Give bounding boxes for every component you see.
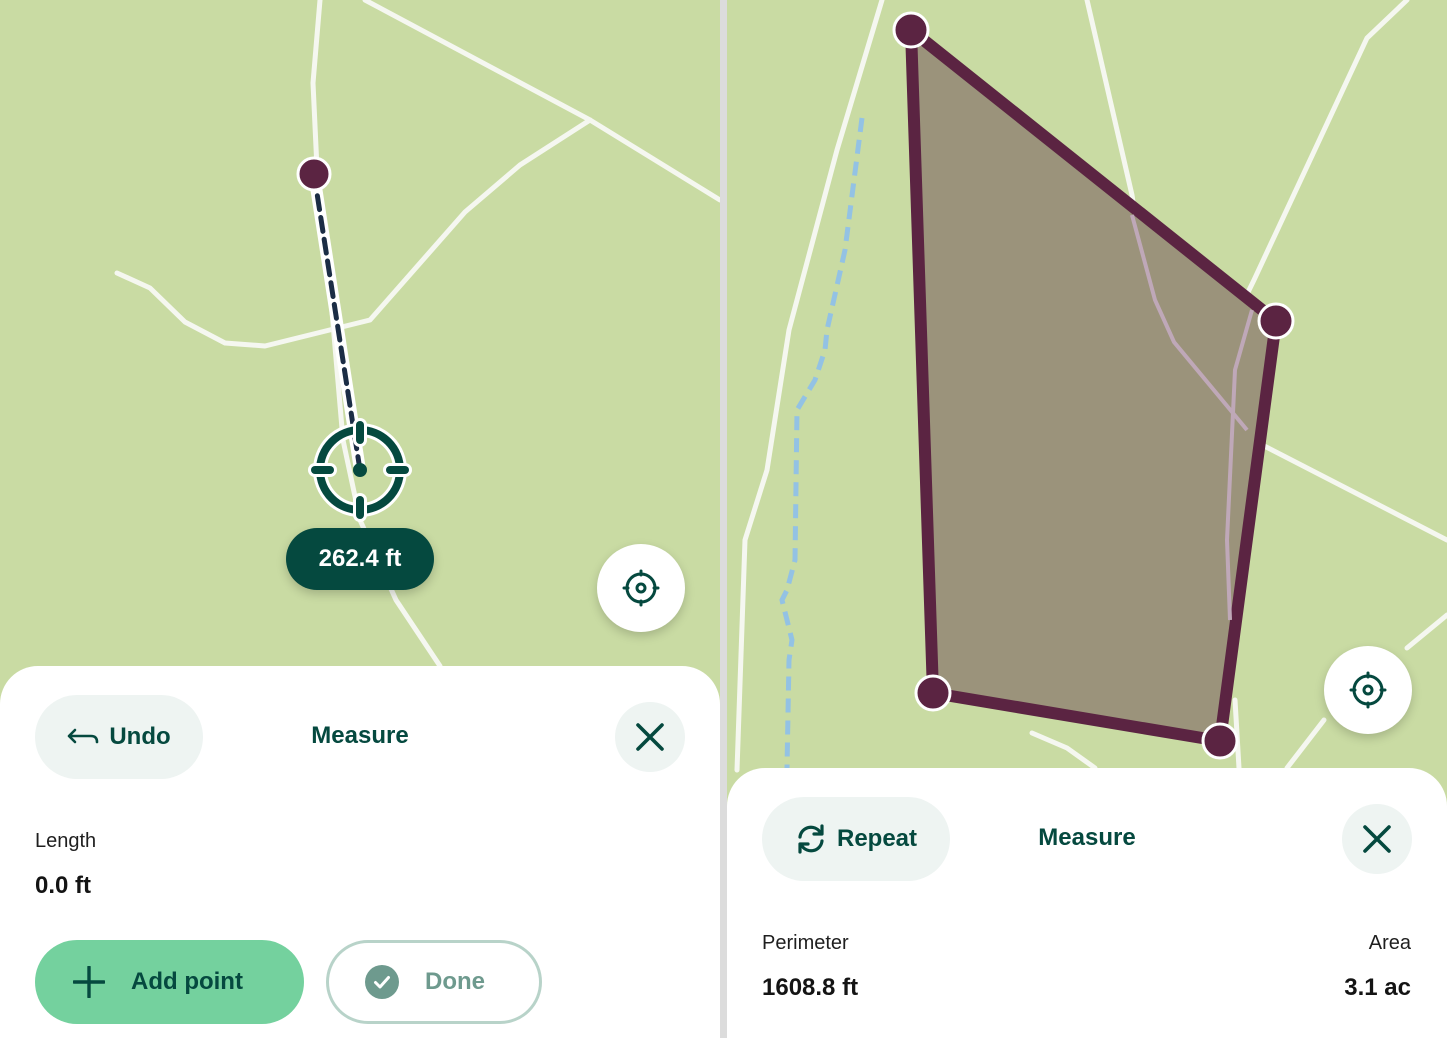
sheet-title: Measure [1038,824,1136,851]
locate-crosshair-icon [622,569,660,607]
undo-button[interactable]: Undo [35,695,203,779]
check-circle-icon [365,965,399,999]
distance-label: 262.4 ft [286,528,434,590]
sheet-header: Undo Measure [0,666,720,806]
vertex-marker[interactable] [296,156,332,192]
vertex-marker[interactable] [892,11,930,49]
vertex-marker[interactable] [914,674,952,712]
measure-line-screen: 262.4 ft Undo Measure Length 0.0 ft Add … [0,0,720,1038]
plus-icon [73,966,105,998]
locate-button[interactable] [597,544,685,632]
crosshair-icon [308,418,412,522]
area-value: 3.1 ac [1344,974,1411,1001]
sheet-header: Repeat Measure [727,768,1447,908]
measure-area-screen: Repeat Measure Perimeter 1608.8 ft Area … [727,0,1447,1038]
vertex-marker[interactable] [1201,722,1239,760]
perimeter-label: Perimeter [762,932,849,954]
close-icon [1363,825,1391,853]
undo-arrow-icon [68,728,99,744]
refresh-icon [798,824,824,854]
add-point-button[interactable]: Add point [35,940,304,1024]
vertex-marker[interactable] [1257,302,1295,340]
measure-sheet: Undo Measure Length 0.0 ft Add point Don… [0,666,720,1038]
length-label: Length [35,830,97,852]
perimeter-value: 1608.8 ft [762,974,859,1001]
sheet-title: Measure [311,722,409,749]
locate-crosshair-icon [1349,671,1387,709]
measure-sheet: Repeat Measure Perimeter 1608.8 ft Area … [727,768,1447,1038]
add-point-label: Add point [131,968,243,995]
repeat-button[interactable]: Repeat [762,797,950,881]
close-button[interactable] [615,702,685,772]
done-label: Done [425,968,485,995]
done-button[interactable]: Done [326,940,542,1024]
repeat-label: Repeat [836,825,918,852]
area-label: Area [1368,932,1411,954]
screen-divider [720,0,727,1038]
undo-label: Undo [109,723,171,750]
close-button[interactable] [1342,804,1412,874]
length-value: 0.0 ft [35,872,92,899]
locate-button[interactable] [1324,646,1412,734]
close-icon [636,723,664,751]
